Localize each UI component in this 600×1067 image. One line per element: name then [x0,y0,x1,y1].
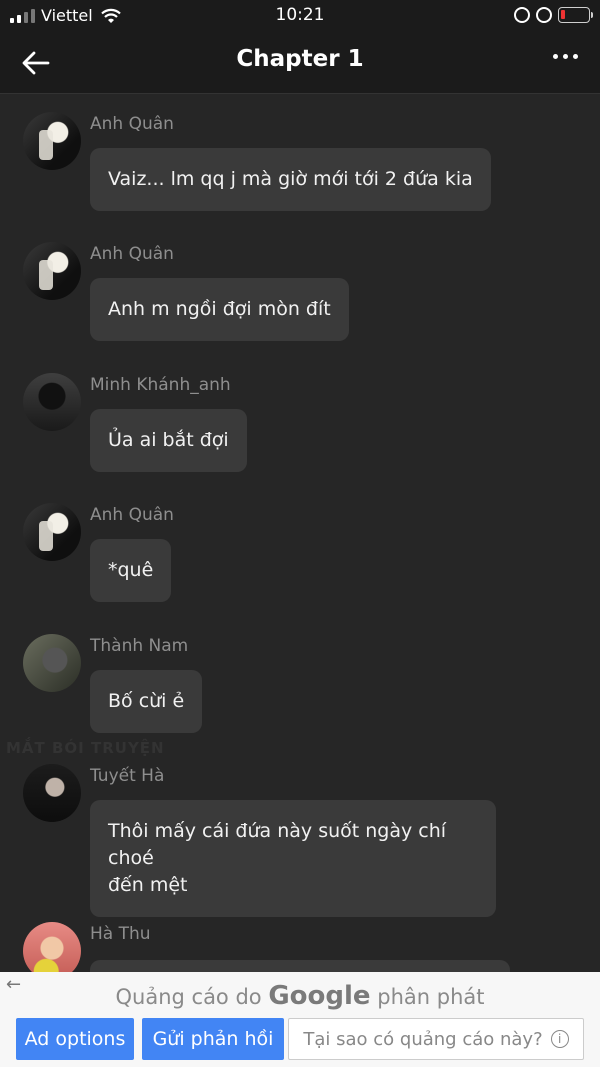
chat-messages[interactable]: MẮT BÓI TRUYỆN Anh Quân Vaiz... lm qq j … [0,94,600,972]
why-this-ad-button[interactable]: Tại sao có quảng cáo này? i [288,1018,584,1060]
avatar[interactable] [23,634,81,692]
message-bubble: Ủa ai bắt đợi [90,409,247,472]
why-this-ad-label: Tại sao có quảng cáo này? [303,1028,543,1050]
battery-icon [558,7,593,23]
status-time: 10:21 [275,5,325,25]
sender-name: Tuyết Hà [90,766,165,786]
message-bubble [90,960,510,972]
ad-caption-text: phân phát [377,985,485,1009]
ad-caption-text: Quảng cáo do [115,985,262,1009]
alarm-icon [536,7,552,23]
sender-name: Anh Quân [90,244,174,264]
avatar[interactable] [23,373,81,431]
sender-name: Anh Quân [90,505,174,525]
info-icon: i [550,1030,569,1048]
sender-name: Minh Khánh_anh [90,375,231,395]
rotation-lock-icon [514,7,530,23]
sender-name: Anh Quân [90,114,174,134]
google-logo: Google [268,981,371,1011]
message-bubble: Anh m ngồi đợi mòn đít [90,278,349,341]
avatar[interactable] [23,764,81,822]
more-dots-icon [553,54,558,59]
chat-header: Chapter 1 [0,32,600,94]
ad-banner: ← Quảng cáo do Google phân phát Ad optio… [0,972,600,1067]
send-feedback-button[interactable]: Gửi phản hồi [142,1018,284,1060]
message-bubble: Vaiz... lm qq j mà giờ mới tới 2 đứa kia [90,148,491,211]
sender-name: Hà Thu [90,924,151,944]
watermark: MẮT BÓI TRUYỆN [6,739,165,757]
sender-name: Thành Nam [90,636,189,656]
ad-options-button[interactable]: Ad options [16,1018,134,1060]
avatar[interactable] [23,922,81,972]
avatar[interactable] [23,112,81,170]
more-options-button[interactable] [553,54,578,59]
avatar[interactable] [23,242,81,300]
message-bubble: Thôi mấy cái đứa này suốt ngày chí choé … [90,800,496,917]
avatar[interactable] [23,503,81,561]
message-line: Thôi mấy cái đứa này suốt ngày chí choé [108,820,447,869]
message-line: đến mệt [108,874,188,896]
status-bar: Viettel 10:21 [0,0,600,32]
page-title: Chapter 1 [236,46,364,72]
message-bubble: Bố cừi ẻ [90,670,203,733]
ad-caption: Quảng cáo do Google phân phát [0,981,600,1011]
message-bubble: *quê [90,539,172,602]
